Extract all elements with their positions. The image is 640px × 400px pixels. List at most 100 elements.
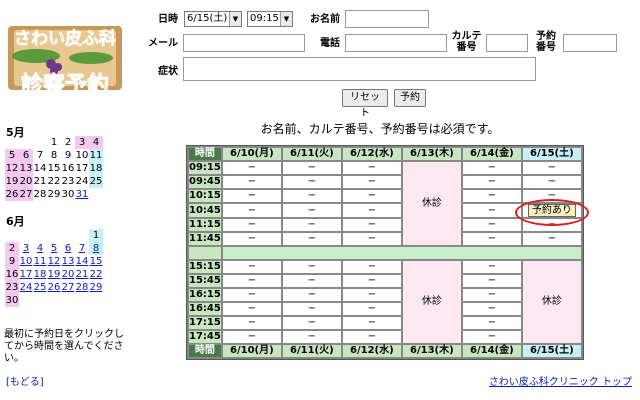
- slot-cell[interactable]: −: [342, 289, 401, 301]
- slot-cell[interactable]: −: [342, 176, 401, 188]
- instruction-note: 最初に予約日をクリックしてから時間を選んでください。: [4, 329, 124, 364]
- slot-cell[interactable]: −: [342, 317, 401, 329]
- calendar-day[interactable]: 5: [47, 242, 61, 255]
- slot-cell[interactable]: −: [282, 204, 341, 217]
- slot-cell[interactable]: −: [462, 233, 521, 245]
- slot-cell[interactable]: −: [282, 303, 341, 315]
- calendar-day[interactable]: 14: [75, 255, 89, 268]
- slot-cell[interactable]: −: [222, 275, 281, 287]
- calendar-week: 12 13 14 15 16 17 18: [5, 162, 103, 175]
- calendar-day[interactable]: 15: [89, 255, 103, 268]
- calendar-day[interactable]: 8: [89, 242, 103, 255]
- slot-cell[interactable]: −: [342, 190, 401, 202]
- calendar-day[interactable]: 19: [47, 268, 61, 281]
- calendar-day[interactable]: 22: [89, 268, 103, 281]
- slot-cell[interactable]: −: [342, 219, 401, 231]
- slot-cell[interactable]: −: [462, 261, 521, 273]
- slot-cell[interactable]: −: [462, 289, 521, 301]
- slot-cell[interactable]: −: [522, 176, 581, 188]
- slot-cell[interactable]: −: [462, 331, 521, 343]
- email-input[interactable]: [183, 34, 305, 52]
- slot-cell[interactable]: −: [282, 162, 341, 174]
- calendar-day[interactable]: 31: [75, 188, 89, 201]
- calendar-day[interactable]: 18: [33, 268, 47, 281]
- calendar-day[interactable]: 7: [75, 242, 89, 255]
- slot-cell[interactable]: −: [282, 233, 341, 245]
- highlight-circle: [515, 199, 589, 226]
- slot-cell[interactable]: −: [462, 204, 521, 217]
- slot-cell[interactable]: −: [462, 190, 521, 202]
- slot-cell[interactable]: −: [462, 176, 521, 188]
- slot-cell[interactable]: −: [222, 204, 281, 217]
- slot-cell[interactable]: −: [222, 162, 281, 174]
- slot-cell[interactable]: −: [282, 331, 341, 343]
- time-select[interactable]: 09:15 ▼: [247, 11, 293, 27]
- chart-number-input[interactable]: [486, 34, 528, 52]
- calendar-day: 21: [33, 176, 47, 187]
- calendar-day[interactable]: 27: [61, 281, 75, 294]
- slot-cell[interactable]: −: [282, 219, 341, 231]
- slot-cell[interactable]: −: [222, 303, 281, 315]
- slot-cell[interactable]: −: [462, 162, 521, 174]
- slot-cell[interactable]: −: [282, 190, 341, 202]
- slot-cell[interactable]: −: [522, 162, 581, 174]
- calendar-day[interactable]: 26: [47, 281, 61, 294]
- slot-cell[interactable]: −: [222, 289, 281, 301]
- calendar-day[interactable]: 17: [19, 268, 33, 281]
- slot-cell[interactable]: −: [462, 219, 521, 231]
- slot-cell[interactable]: −: [222, 219, 281, 231]
- slot-cell[interactable]: −: [222, 331, 281, 343]
- calendar-day[interactable]: 20: [61, 268, 75, 281]
- slot-cell[interactable]: −: [342, 275, 401, 287]
- calendar-day[interactable]: 12: [47, 255, 61, 268]
- calendar-day[interactable]: 29: [89, 281, 103, 294]
- calendar-day[interactable]: 6: [61, 242, 75, 255]
- slot-cell[interactable]: −: [222, 261, 281, 273]
- back-link[interactable]: [もどる]: [6, 373, 44, 388]
- calendar-day[interactable]: 11: [33, 255, 47, 268]
- phone-input[interactable]: [345, 34, 447, 52]
- slot-cell[interactable]: −: [282, 261, 341, 273]
- slot-cell[interactable]: −: [342, 331, 401, 343]
- name-input[interactable]: [345, 10, 429, 28]
- slot-cell[interactable]: −: [342, 162, 401, 174]
- slot-cell[interactable]: −: [282, 275, 341, 287]
- calendar-day[interactable]: 24: [19, 281, 33, 294]
- slot-cell[interactable]: −: [222, 317, 281, 329]
- slot-cell[interactable]: −: [222, 233, 281, 245]
- reset-button[interactable]: リセット: [342, 89, 388, 119]
- symptom-textarea[interactable]: [183, 57, 536, 81]
- clinic-top-link[interactable]: さわい皮ふ科クリニック トップ: [489, 373, 632, 388]
- calendar-day[interactable]: 4: [33, 242, 47, 255]
- time-slot-label: 11:15: [189, 219, 221, 231]
- booking-number-label: 予約 番号: [536, 31, 556, 53]
- slot-cell[interactable]: −: [342, 303, 401, 315]
- calendar-day[interactable]: 3: [19, 242, 33, 255]
- calendar-day[interactable]: 28: [75, 281, 89, 294]
- calendar-blank: [61, 229, 75, 242]
- booking-number-input[interactable]: [563, 34, 617, 52]
- calendar-day: 29: [47, 189, 61, 200]
- slot-cell[interactable]: −: [282, 176, 341, 188]
- slot-cell[interactable]: −: [462, 275, 521, 287]
- submit-button[interactable]: 予約: [394, 89, 426, 107]
- calendar-day[interactable]: 13: [61, 255, 75, 268]
- calendar-blank: [33, 294, 47, 307]
- slot-cell[interactable]: −: [342, 261, 401, 273]
- slot-cell[interactable]: −: [342, 233, 401, 245]
- slot-cell[interactable]: −: [342, 204, 401, 217]
- calendar-day[interactable]: 25: [33, 281, 47, 294]
- slot-cell[interactable]: −: [522, 233, 581, 245]
- slot-cell[interactable]: −: [462, 303, 521, 315]
- slot-cell[interactable]: −: [462, 317, 521, 329]
- slot-cell[interactable]: −: [222, 190, 281, 202]
- slot-cell[interactable]: −: [282, 317, 341, 329]
- calendar-blank: [75, 294, 89, 307]
- calendar-day[interactable]: 10: [19, 255, 33, 268]
- calendar-week: 23 24 25 26 27 28 29: [5, 281, 103, 294]
- calendar-day[interactable]: 21: [75, 268, 89, 281]
- date-select[interactable]: 6/15(土) ▼: [184, 11, 242, 27]
- slot-cell[interactable]: −: [222, 176, 281, 188]
- slot-cell[interactable]: −: [282, 289, 341, 301]
- day-header: 6/14(金): [462, 148, 521, 160]
